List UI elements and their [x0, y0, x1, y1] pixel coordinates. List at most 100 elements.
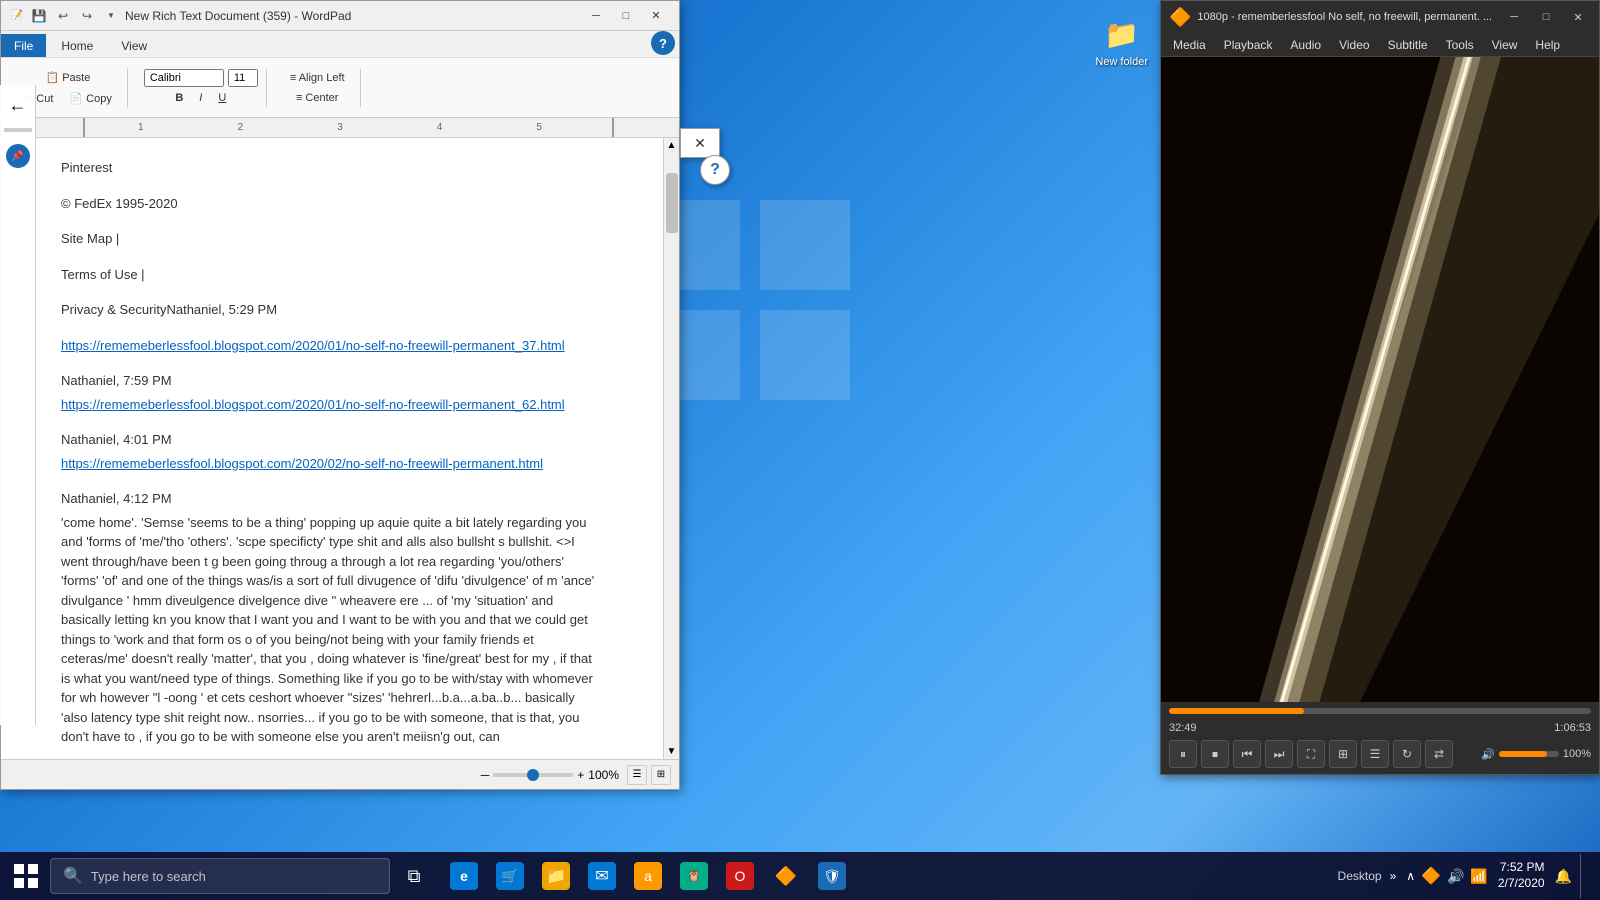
show-desktop-btn[interactable]	[1580, 854, 1588, 898]
view-btn-2[interactable]: ⊞	[651, 765, 671, 785]
vlc-pause-btn[interactable]: ⏸	[1169, 740, 1197, 768]
wordpad-scrollbar[interactable]: ▲ ▼	[663, 138, 679, 759]
taskbar-tripadvisor-btn[interactable]: 🦉	[672, 854, 716, 898]
vlc-time-current: 32:49	[1169, 722, 1197, 734]
zoom-level: 100%	[588, 768, 619, 782]
bold-btn[interactable]: B	[168, 89, 190, 107]
ruler-right-margin	[612, 118, 614, 137]
taskbar-opera-btn[interactable]: O	[718, 854, 762, 898]
ribbon-group-paragraph: ≡ Align Left ≡ Center	[275, 69, 361, 107]
taskbar-clock[interactable]: 7:52 PM 2/7/2020	[1492, 860, 1551, 891]
paste-btn[interactable]: 📋 Paste	[38, 68, 97, 87]
zoom-in-btn[interactable]: +	[577, 768, 584, 782]
doc-sender-3: Nathaniel, 4:01 PM	[61, 430, 603, 450]
new-folder-icon[interactable]: 📁 New folder	[1091, 10, 1152, 72]
vlc-prev-btn[interactable]: ⏮	[1233, 740, 1261, 768]
scroll-down-btn[interactable]: ▼	[664, 744, 679, 759]
vlc-progress-fill	[1169, 708, 1304, 714]
help-btn[interactable]: ?	[651, 31, 675, 55]
wordpad-document-area: Pinterest © FedEx 1995-2020 Site Map | T…	[1, 138, 679, 759]
wordpad-statusbar: ─ + 100% ☰ ⊞	[1, 759, 679, 789]
font-size-input[interactable]	[228, 69, 258, 87]
dialog-close-btn[interactable]: ✕	[694, 135, 706, 152]
doc-link-2[interactable]: https://rememeberlessfool.blogspot.com/2…	[61, 395, 603, 415]
undo-qat-btn[interactable]: ↩	[53, 6, 73, 26]
tab-view[interactable]: View	[108, 34, 160, 57]
save-qat-btn[interactable]: 💾	[29, 6, 49, 26]
underline-btn[interactable]: U	[211, 89, 233, 107]
customize-qat-btn[interactable]: ▼	[101, 6, 121, 26]
wordpad-content[interactable]: Pinterest © FedEx 1995-2020 Site Map | T…	[1, 138, 663, 759]
edge-icon: e	[450, 862, 478, 890]
vlc-maximize-btn[interactable]: □	[1532, 7, 1560, 27]
ribbon-content: 📋 Paste ✂ Cut 📄 Copy B I U	[1, 57, 679, 117]
vlc-menu-tools[interactable]: Tools	[1438, 36, 1482, 54]
mail-icon: ✉	[588, 862, 616, 890]
systray-expand-btn[interactable]: ∧	[1406, 869, 1415, 883]
taskbar-security-btn[interactable]: 🛡	[810, 854, 854, 898]
font-family-input[interactable]	[144, 69, 224, 87]
vlc-progress-bar[interactable]	[1169, 708, 1591, 714]
zoom-out-btn[interactable]: ─	[481, 768, 490, 782]
vlc-random-btn[interactable]: ⇄	[1425, 740, 1453, 768]
maximize-btn[interactable]: □	[611, 6, 641, 26]
taskbar-explorer-btn[interactable]: 📁	[534, 854, 578, 898]
network-icon[interactable]: 📶	[1470, 868, 1487, 885]
taskbar-edge-btn[interactable]: e	[442, 854, 486, 898]
doc-line-terms: Terms of Use |	[61, 265, 603, 285]
vlc-menu-view[interactable]: View	[1484, 36, 1526, 54]
vlc-menubar: Media Playback Audio Video Subtitle Tool…	[1161, 33, 1599, 57]
vlc-playlist-btn[interactable]: ☰	[1361, 740, 1389, 768]
align-center-btn[interactable]: ≡ Center	[289, 89, 346, 107]
doc-line-pinterest: Pinterest	[61, 158, 603, 178]
vlc-close-btn[interactable]: ✕	[1564, 7, 1592, 27]
vlc-loop-btn[interactable]: ↻	[1393, 740, 1421, 768]
tab-home[interactable]: Home	[48, 34, 106, 57]
scroll-up-btn[interactable]: ▲	[664, 138, 679, 153]
vlc-menu-help[interactable]: Help	[1527, 36, 1568, 54]
vlc-stop-btn[interactable]: ⏹	[1201, 740, 1229, 768]
speaker-icon[interactable]: 🔊	[1447, 868, 1464, 885]
vlc-time-total: 1:06:53	[1554, 722, 1591, 734]
taskbar-amazon-btn[interactable]: a	[626, 854, 670, 898]
zoom-slider[interactable]	[493, 773, 573, 777]
wordpad-ribbon: File Home View ? 📋 Paste ✂ Cut 📄 Copy	[1, 31, 679, 118]
vlc-menu-playback[interactable]: Playback	[1216, 36, 1281, 54]
vlc-menu-video[interactable]: Video	[1331, 36, 1377, 54]
nav-help-btn[interactable]: ?	[700, 155, 730, 185]
vlc-btn-row: ⏸ ⏹ ⏮ ⏭ ⛶ ⊞ ☰ ↻ ⇄ 🔊	[1169, 740, 1591, 768]
view-btn-1[interactable]: ☰	[627, 765, 647, 785]
vlc-video-area[interactable]	[1161, 57, 1599, 702]
vlc-extended-btn[interactable]: ⊞	[1329, 740, 1357, 768]
vlc-volume-bar[interactable]	[1499, 751, 1559, 757]
taskbar-vlc-btn[interactable]: 🔶	[764, 854, 808, 898]
italic-btn[interactable]: I	[192, 89, 209, 107]
vlc-menu-media[interactable]: Media	[1165, 36, 1214, 54]
video-svg	[1161, 57, 1599, 702]
taskbar-store-btn[interactable]: 🛒	[488, 854, 532, 898]
taskbar-search-bar[interactable]: 🔍 Type here to search	[50, 858, 390, 894]
doc-link-3[interactable]: https://rememeberlessfool.blogspot.com/2…	[61, 454, 603, 474]
zoom-thumb	[527, 769, 539, 781]
start-button[interactable]	[4, 854, 48, 898]
vlc-fullscreen-btn[interactable]: ⛶	[1297, 740, 1325, 768]
align-left-btn[interactable]: ≡ Align Left	[283, 69, 352, 87]
notification-icon[interactable]: 🔔	[1555, 868, 1572, 885]
task-view-btn[interactable]: ⧉	[392, 854, 436, 898]
sidebar-back-btn[interactable]: ←	[9, 95, 27, 116]
doc-link-1[interactable]: https://rememeberlessfool.blogspot.com/2…	[61, 336, 603, 356]
vlc-menu-audio[interactable]: Audio	[1282, 36, 1329, 54]
copy-btn[interactable]: 📄 Copy	[62, 89, 118, 108]
vlc-tray-icon[interactable]: 🔶	[1421, 866, 1441, 886]
redo-qat-btn[interactable]: ↪	[77, 6, 97, 26]
scrollbar-thumb[interactable]	[666, 173, 678, 233]
doc-sender-4: Nathaniel, 4:12 PM	[61, 489, 603, 509]
vlc-minimize-btn[interactable]: ─	[1500, 7, 1528, 27]
taskbar-mail-btn[interactable]: ✉	[580, 854, 624, 898]
tab-file[interactable]: File	[1, 34, 46, 57]
close-btn[interactable]: ✕	[641, 6, 671, 26]
sidebar-pin-btn[interactable]: 📌	[6, 144, 30, 168]
vlc-menu-subtitle[interactable]: Subtitle	[1380, 36, 1436, 54]
minimize-btn[interactable]: ─	[581, 6, 611, 26]
vlc-next-btn[interactable]: ⏭	[1265, 740, 1293, 768]
